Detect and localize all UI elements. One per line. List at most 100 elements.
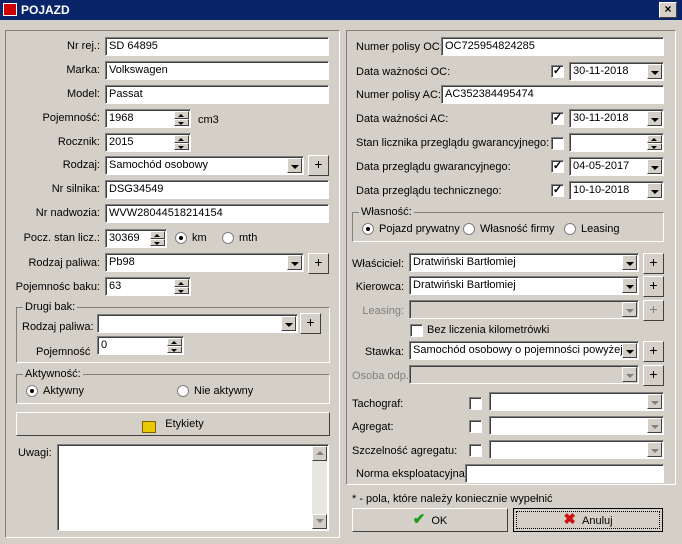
spin-buttons[interactable] xyxy=(150,231,165,246)
chevron-down-icon[interactable] xyxy=(622,343,637,358)
rodzaj-select[interactable]: Samochód osobowy xyxy=(105,156,304,175)
spin-buttons[interactable] xyxy=(174,279,189,294)
stan-licz-spinner[interactable]: 30369 xyxy=(105,229,167,248)
pojemnosc-baku-value: 63 xyxy=(109,280,122,292)
data-oc-picker[interactable]: 30-11-2018 xyxy=(569,62,664,81)
stan-licznika-spinner[interactable] xyxy=(569,133,664,152)
tachograf-checkbox[interactable] xyxy=(469,397,482,410)
data-oc-label: Data ważności OC: xyxy=(356,66,451,78)
numer-polisy-ac-input[interactable]: AC352384495474 xyxy=(441,85,664,104)
add-wlasciciel-button[interactable]: + xyxy=(643,253,664,274)
etykiety-button[interactable]: Etykiety xyxy=(16,412,330,436)
uwagi-textarea[interactable] xyxy=(57,444,329,531)
data-gwar-checkbox[interactable]: ✓ xyxy=(551,160,564,173)
ok-button[interactable]: ✔ OK xyxy=(352,508,508,532)
firmy-radio[interactable] xyxy=(463,223,475,235)
chevron-down-icon[interactable] xyxy=(647,442,662,457)
add-drugi-paliwo-button[interactable]: + xyxy=(300,313,321,334)
chevron-down-icon[interactable] xyxy=(287,158,302,173)
osoba-odp-select[interactable] xyxy=(409,365,639,384)
aktywny-radio[interactable] xyxy=(26,385,38,397)
chevron-down-icon[interactable] xyxy=(622,255,637,270)
add-osoba-button[interactable]: + xyxy=(643,365,664,386)
bez-liczenia-checkbox[interactable] xyxy=(410,324,423,337)
spin-buttons[interactable] xyxy=(174,111,189,126)
labels-icon xyxy=(142,420,157,433)
drugi-bak-pojemnosc-spinner[interactable]: 0 xyxy=(97,336,184,355)
add-leasing-button[interactable]: + xyxy=(643,300,664,321)
data-tech-picker[interactable]: 10-10-2018 xyxy=(569,181,664,200)
ok-label: OK xyxy=(431,515,448,527)
agregat-select[interactable] xyxy=(489,416,664,435)
nr-silnika-label: Nr silnika: xyxy=(51,183,100,195)
mth-radio[interactable] xyxy=(222,232,234,244)
nieaktywny-radio[interactable] xyxy=(177,385,189,397)
stan-licznika-label: Stan licznika przeglądu gwarancyjnego: xyxy=(356,137,550,149)
leasing-radio[interactable] xyxy=(564,223,576,235)
rocznik-value: 2015 xyxy=(109,136,134,148)
osoba-odp-label: Osoba odp.: xyxy=(352,370,412,382)
data-tech-checkbox[interactable]: ✓ xyxy=(551,184,564,197)
spin-buttons[interactable] xyxy=(174,135,189,150)
chevron-down-icon[interactable] xyxy=(622,278,637,293)
stawka-label: Stawka: xyxy=(364,346,404,358)
required-note: * - pola, które należy koniecznie wypełn… xyxy=(352,493,553,505)
nr-nadwozia-input[interactable]: WVW28044518214154 xyxy=(105,204,329,223)
stawka-select[interactable]: Samochód osobowy o pojemności powyżej 9 xyxy=(409,341,639,360)
numer-polisy-oc-input[interactable]: OC725954824285 xyxy=(441,37,664,56)
anuluj-button[interactable]: ✖ Anuluj xyxy=(513,508,663,532)
numer-polisy-oc-label: Numer polisy OC: xyxy=(356,41,443,53)
add-kierowca-button[interactable]: + xyxy=(643,276,664,297)
data-ac-picker[interactable]: 30-11-2018 xyxy=(569,109,664,128)
rodzaj-paliwa-select[interactable]: Pb98 xyxy=(105,253,304,272)
pojemnosc-baku-spinner[interactable]: 63 xyxy=(105,277,191,296)
chevron-down-icon[interactable] xyxy=(647,111,662,126)
aktywnosc-title: Aktywność: xyxy=(23,367,83,381)
data-oc-value: 30-11-2018 xyxy=(573,65,629,77)
norma-input[interactable] xyxy=(465,464,664,483)
stan-licznika-checkbox[interactable] xyxy=(551,137,564,150)
chevron-down-icon[interactable] xyxy=(622,302,637,317)
marka-input[interactable]: Volkswagen xyxy=(105,61,329,80)
pojemnosc-spinner[interactable]: 1968 xyxy=(105,109,191,128)
anuluj-label: Anuluj xyxy=(582,515,613,527)
data-ac-checkbox[interactable]: ✓ xyxy=(551,112,564,125)
spin-buttons[interactable] xyxy=(167,338,182,353)
add-stawka-button[interactable]: + xyxy=(643,341,664,362)
data-gwar-picker[interactable]: 04-05-2017 xyxy=(569,157,664,176)
data-tech-label: Data przeglądu technicznego: xyxy=(356,185,502,197)
chevron-down-icon[interactable] xyxy=(287,255,302,270)
chevron-down-icon[interactable] xyxy=(647,183,662,198)
agregat-checkbox[interactable] xyxy=(469,420,482,433)
szczelnosc-select[interactable] xyxy=(489,440,664,459)
nr-silnika-input[interactable]: DSG34549 xyxy=(105,180,329,199)
nieaktywny-label: Nie aktywny xyxy=(194,385,254,397)
chevron-down-icon[interactable] xyxy=(647,64,662,79)
szczelnosc-checkbox[interactable] xyxy=(469,444,482,457)
nr-rej-input[interactable]: SD 64895 xyxy=(105,37,329,56)
stan-licz-value: 30369 xyxy=(109,232,140,244)
close-button[interactable]: × xyxy=(659,2,677,18)
scrollbar[interactable] xyxy=(312,446,327,529)
tachograf-select[interactable] xyxy=(489,392,664,411)
wlasciciel-select[interactable]: Dratwiński Bartłomiej xyxy=(409,253,639,272)
drugi-bak-rodzaj-select[interactable] xyxy=(97,314,298,333)
chevron-down-icon[interactable] xyxy=(281,316,296,331)
add-rodzaj-button[interactable]: + xyxy=(308,155,329,176)
spin-buttons[interactable] xyxy=(647,135,662,150)
window-title: POJAZD xyxy=(21,3,70,17)
chevron-down-icon[interactable] xyxy=(647,159,662,174)
prywatny-radio[interactable] xyxy=(362,223,374,235)
model-input[interactable]: Passat xyxy=(105,85,329,104)
km-radio[interactable] xyxy=(175,232,187,244)
chevron-down-icon[interactable] xyxy=(622,367,637,382)
model-label: Model: xyxy=(66,88,100,100)
add-paliwo-button[interactable]: + xyxy=(308,253,329,274)
chevron-down-icon[interactable] xyxy=(647,394,662,409)
drugi-bak-rodzaj-label: Rodzaj paliwa: xyxy=(22,321,94,333)
chevron-down-icon[interactable] xyxy=(647,418,662,433)
data-oc-checkbox[interactable]: ✓ xyxy=(551,65,564,78)
leasing-select[interactable] xyxy=(409,300,639,319)
kierowca-select[interactable]: Dratwiński Bartłomiej xyxy=(409,276,639,295)
rocznik-spinner[interactable]: 2015 xyxy=(105,133,191,152)
